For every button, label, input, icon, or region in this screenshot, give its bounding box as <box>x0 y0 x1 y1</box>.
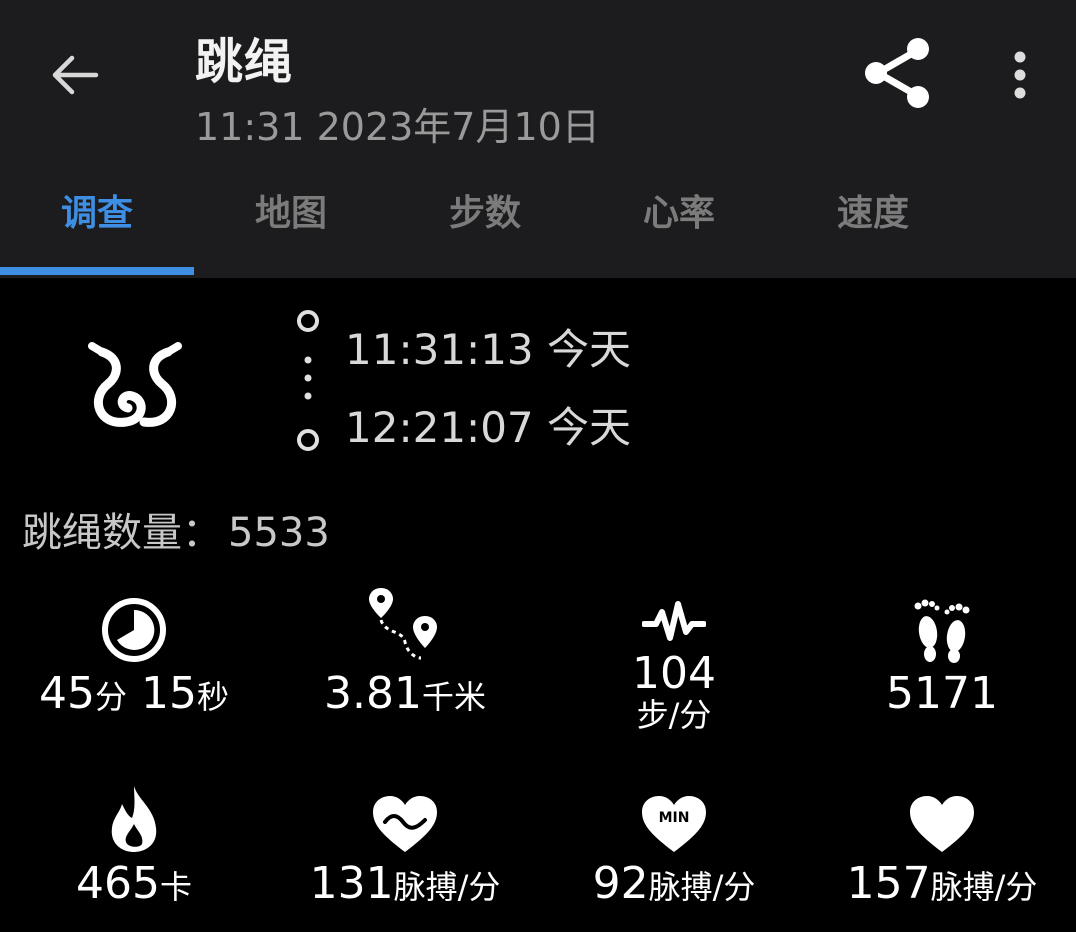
timer-icon <box>102 598 166 662</box>
duration-minutes: 45 <box>38 668 95 719</box>
tab-heart-rate[interactable]: 心率 <box>582 170 776 250</box>
average-heart-rate-unit: 脉搏/分 <box>393 868 501 906</box>
min-heart-rate-unit: 脉搏/分 <box>648 868 756 906</box>
share-button[interactable] <box>858 34 936 112</box>
jump-count: 跳绳数量： 5533 <box>22 500 330 558</box>
max-heart-rate-value: 157 <box>846 858 931 909</box>
stat-duration: 45分 15秒 <box>4 584 264 718</box>
more-options-button[interactable] <box>996 44 1044 106</box>
distance-unit: 千米 <box>421 678 486 716</box>
heart-min-badge: MIN <box>659 810 690 826</box>
stat-min-heart-rate: MIN 92脉搏/分 <box>544 774 804 908</box>
route-icon <box>369 588 437 660</box>
distance-value: 3.81 <box>324 668 422 719</box>
tab-overview[interactable]: 调查 <box>0 170 194 250</box>
jump-rope-icon <box>80 326 190 436</box>
active-tab-indicator <box>0 267 194 275</box>
footprints-icon <box>914 599 970 663</box>
heart-icon <box>910 796 974 852</box>
heart-wave-icon <box>373 796 437 852</box>
cadence-value: 104 <box>632 648 716 699</box>
stat-max-heart-rate: 157脉搏/分 <box>812 774 1072 908</box>
back-button[interactable] <box>44 44 106 106</box>
jump-count-label: 跳绳数量： <box>22 510 222 556</box>
app-bar: 跳绳 11:31 2023年7月10日 调查 地图 步数 心率 速度 <box>0 0 1076 278</box>
time-range-timeline <box>297 310 319 451</box>
tab-steps[interactable]: 步数 <box>388 170 582 250</box>
stat-steps: 5171 <box>812 584 1072 718</box>
pulse-wave-icon <box>642 601 706 641</box>
cadence-unit: 步/分 <box>636 696 712 735</box>
stat-distance: 3.81千米 <box>275 584 535 718</box>
tab-bar: 调查 地图 步数 心率 速度 <box>0 170 1076 278</box>
share-icon <box>865 38 929 108</box>
max-heart-rate-unit: 脉搏/分 <box>930 868 1038 906</box>
page-title: 跳绳 <box>195 34 294 90</box>
stat-average-heart-rate: 131脉搏/分 <box>275 774 535 908</box>
min-heart-rate-value: 92 <box>592 858 649 909</box>
calories-value: 465 <box>76 858 160 909</box>
more-vertical-icon <box>1014 51 1026 99</box>
stat-calories: 465卡 <box>4 774 264 908</box>
arrow-left-icon <box>52 55 99 95</box>
end-time: 12:21:07 今天 <box>345 403 631 452</box>
heart-min-icon: MIN <box>642 796 706 852</box>
activity-datetime: 11:31 2023年7月10日 <box>195 105 600 149</box>
steps-value: 5171 <box>886 668 998 719</box>
duration-seconds-unit: 秒 <box>197 678 230 716</box>
flame-icon <box>111 786 157 852</box>
tab-speed[interactable]: 速度 <box>776 170 970 250</box>
jump-count-value: 5533 <box>228 510 330 556</box>
duration-seconds: 15 <box>141 668 197 719</box>
stat-cadence: 104 步/分 <box>544 584 804 734</box>
start-time: 11:31:13 今天 <box>345 325 631 374</box>
duration-minutes-unit: 分 <box>94 678 127 716</box>
tab-map[interactable]: 地图 <box>194 170 388 250</box>
calories-unit: 卡 <box>159 868 192 906</box>
average-heart-rate-value: 131 <box>309 858 394 909</box>
